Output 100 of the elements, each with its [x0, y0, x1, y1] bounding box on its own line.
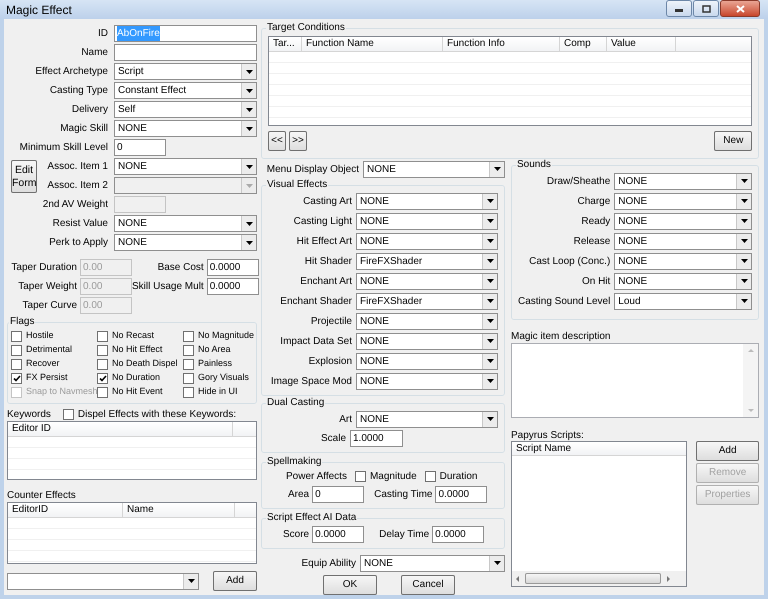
checkbox-label: No Death Dispel [112, 357, 178, 370]
field-label: Skill Usage Mult [132, 280, 204, 294]
dropdown[interactable]: NONE [356, 352, 498, 370]
checkbox[interactable] [97, 372, 108, 384]
dropdown[interactable]: Constant Effect [114, 82, 257, 99]
dropdown[interactable]: NONE [363, 160, 505, 178]
dropdown[interactable]: NONE [356, 232, 498, 250]
text-field[interactable]: 0.0000 [435, 486, 488, 503]
column-header[interactable]: Script Name [512, 442, 686, 455]
dropdown[interactable]: NONE [614, 272, 752, 290]
checkbox[interactable] [11, 358, 22, 370]
dropdown[interactable]: NONE [360, 554, 505, 572]
text-field[interactable]: 0 [114, 139, 166, 156]
button[interactable]: Add [213, 571, 257, 591]
text-field[interactable]: 0.0000 [206, 278, 259, 294]
dropdown[interactable]: Script [114, 63, 257, 80]
scrollbar-thumb[interactable] [525, 573, 661, 584]
dropdown[interactable] [7, 572, 199, 590]
button[interactable]: OK [323, 575, 377, 595]
text-field[interactable] [114, 44, 257, 61]
text-field[interactable]: 1.0000 [350, 430, 403, 447]
dropdown[interactable]: NONE [614, 172, 752, 190]
checkbox[interactable] [97, 344, 108, 356]
dropdown[interactable]: NONE [356, 312, 498, 330]
text-field[interactable]: 0.0000 [312, 526, 364, 542]
button[interactable]: Add [696, 441, 760, 461]
column-header[interactable]: Tar... [269, 37, 302, 51]
close-button[interactable] [720, 0, 760, 17]
caret-icon [740, 199, 748, 203]
column-header[interactable]: Function Info [443, 37, 560, 51]
column-header[interactable]: EditorID [8, 503, 123, 517]
minimize-button[interactable] [666, 0, 692, 17]
button[interactable]: >> [289, 131, 307, 151]
dropdown[interactable]: Loud [614, 292, 752, 310]
checkbox[interactable] [11, 344, 22, 356]
checkbox[interactable] [183, 344, 194, 356]
checkbox[interactable] [11, 330, 22, 342]
list-view[interactable]: Script Name [511, 441, 687, 587]
field-label: Delay Time [379, 528, 430, 542]
caret-icon [740, 299, 748, 303]
field-label: Delivery [70, 103, 108, 117]
dropdown[interactable]: NONE [356, 192, 498, 210]
checkmark-icon [98, 374, 106, 382]
dropdown[interactable]: NONE [114, 158, 257, 175]
text-field[interactable]: 0.0000 [432, 526, 484, 542]
dropdown[interactable]: NONE [114, 234, 257, 251]
column-header[interactable]: Value [607, 37, 676, 51]
checkbox[interactable] [62, 408, 74, 420]
dropdown[interactable]: NONE [356, 272, 498, 290]
scrollbar[interactable] [743, 344, 758, 417]
dropdown[interactable]: FireFXShader [356, 292, 498, 310]
dropdown[interactable]: NONE [114, 120, 257, 137]
button[interactable]: Cancel [401, 575, 455, 595]
caret-icon [246, 240, 252, 244]
edit-form-button[interactable]: Edit Form [11, 160, 37, 193]
description-field[interactable] [511, 343, 760, 418]
column-header[interactable]: Comp [560, 37, 607, 51]
maximize-button[interactable] [693, 0, 719, 17]
checkbox[interactable] [97, 330, 108, 342]
text-field[interactable]: 0 [312, 486, 364, 503]
caret-icon [486, 199, 494, 203]
column-header[interactable]: Name [123, 503, 235, 517]
caret-icon [246, 222, 252, 226]
checkbox[interactable] [97, 386, 108, 398]
text-field[interactable]: 0.0000 [206, 258, 259, 276]
dropdown[interactable]: NONE [614, 212, 752, 230]
field-label: Name [80, 46, 108, 60]
dropdown[interactable]: NONE [614, 232, 752, 250]
dropdown[interactable]: NONE [614, 252, 752, 270]
checkbox[interactable] [97, 358, 108, 370]
button[interactable]: << [268, 131, 286, 151]
dropdown[interactable]: FireFXShader [356, 252, 498, 270]
caret-icon [740, 259, 748, 263]
field-label: Charge [576, 194, 610, 208]
field-label: Taper Curve [22, 298, 77, 312]
dropdown[interactable]: NONE [356, 332, 498, 350]
list-view[interactable]: Editor ID [7, 421, 257, 480]
column-header[interactable]: Function Name [302, 37, 443, 51]
checkbox[interactable] [183, 386, 194, 398]
checkbox[interactable] [424, 471, 436, 482]
checkbox[interactable] [183, 358, 194, 370]
button[interactable]: New [714, 131, 752, 151]
field-label: Cast Loop (Conc.) [528, 254, 610, 268]
checkbox[interactable] [183, 372, 194, 384]
list-view[interactable]: EditorID Name [7, 502, 257, 564]
scrollbar[interactable] [512, 571, 686, 586]
checkbox-label: Dispel Effects with these Keywords: [78, 408, 236, 422]
dropdown[interactable]: NONE [114, 215, 257, 232]
checkbox[interactable] [354, 471, 366, 482]
group-title: Spellmaking [266, 456, 322, 468]
checkbox[interactable] [11, 372, 22, 384]
dropdown[interactable]: Self [114, 101, 257, 118]
checkbox-label: Hostile [26, 329, 54, 342]
dropdown[interactable]: NONE [356, 410, 498, 428]
list-view[interactable]: Tar... Function Name Function Info Comp Value [268, 36, 752, 126]
caret-icon [494, 561, 500, 565]
dropdown[interactable]: NONE [356, 372, 498, 390]
dropdown[interactable]: NONE [614, 192, 752, 210]
checkbox[interactable] [183, 330, 194, 342]
dropdown[interactable]: NONE [356, 212, 498, 230]
